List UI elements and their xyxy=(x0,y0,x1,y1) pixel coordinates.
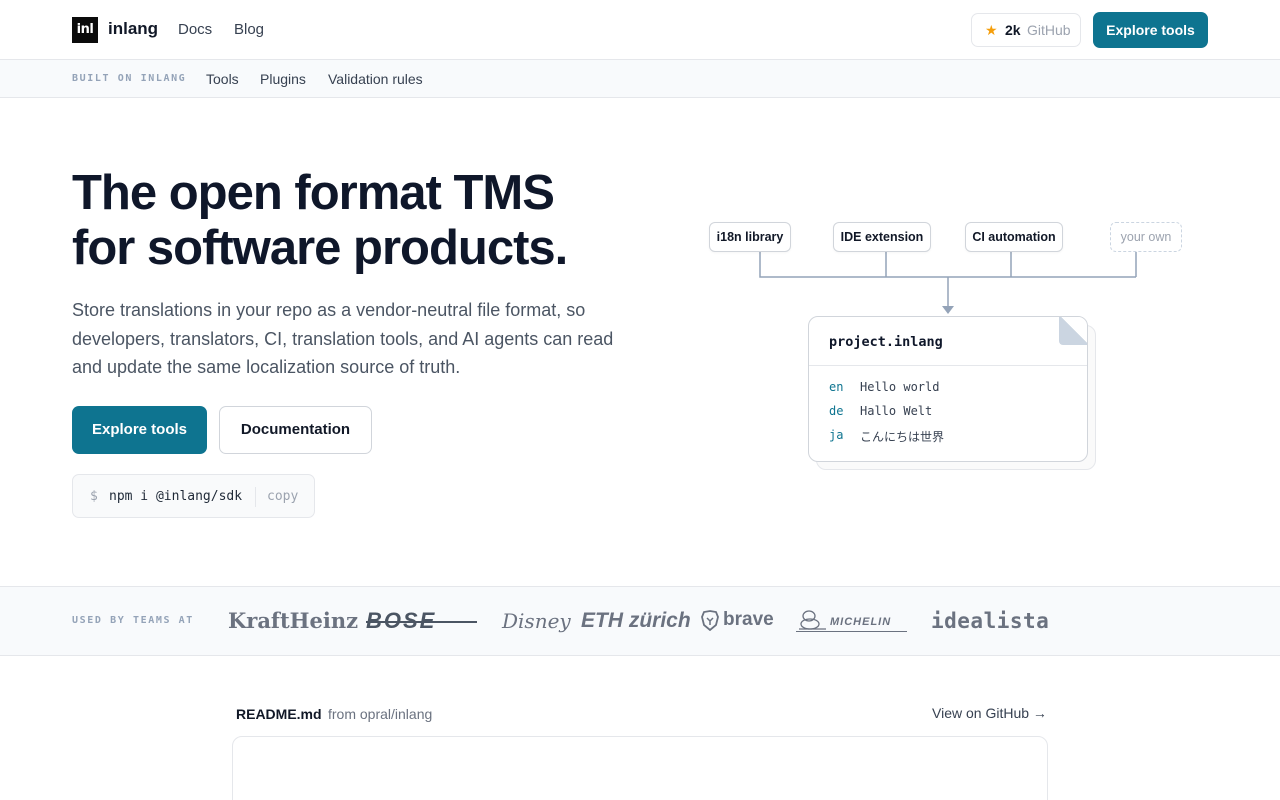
customer-logos-strip: USED BY TEAMS AT KraftHeinz BOSE Disney … xyxy=(0,586,1280,656)
explore-tools-header-button[interactable]: Explore tools xyxy=(1093,12,1208,48)
eth-zurich-logo: ETH zürich xyxy=(581,609,691,632)
michelin-logo: MICHELIN xyxy=(830,616,892,628)
built-on-label: BUILT ON INLANG xyxy=(72,73,187,84)
file-divider xyxy=(809,365,1087,366)
readme-filename: README.md xyxy=(236,706,322,722)
michelin-man-icon xyxy=(799,610,826,630)
file-fold-icon xyxy=(1059,317,1087,345)
source-chip-ide-extension: IDE extension xyxy=(833,222,931,252)
architecture-diagram: i18n library IDE extension CI automation… xyxy=(700,215,1200,485)
source-chip-your-own: your own xyxy=(1110,222,1182,252)
terminal-prompt: $ xyxy=(90,489,98,504)
readme-content-card xyxy=(232,736,1048,800)
source-chip-i18n-library: i18n library xyxy=(709,222,791,252)
nav-link-docs[interactable]: Docs xyxy=(178,21,212,38)
translation-text: Hello world xyxy=(860,380,940,394)
language-code: de xyxy=(829,404,844,418)
bose-logo-underline xyxy=(366,621,477,623)
translation-text: こんにちは世界 xyxy=(860,430,945,444)
top-navigation: inl inlang Docs Blog ★ 2k GitHub Explore… xyxy=(0,0,1280,60)
copy-button[interactable]: copy xyxy=(267,489,298,504)
nav-link-blog[interactable]: Blog xyxy=(234,21,264,38)
subnav-link-plugins[interactable]: Plugins xyxy=(260,71,306,87)
source-chip-ci-automation: CI automation xyxy=(965,222,1063,252)
michelin-logo-underline xyxy=(796,631,907,632)
npm-install-snippet: $ npm i @inlang/sdk copy xyxy=(72,474,315,518)
used-by-label: USED BY TEAMS AT xyxy=(72,615,194,626)
subnav-link-validation-rules[interactable]: Validation rules xyxy=(328,71,423,87)
subnav-link-tools[interactable]: Tools xyxy=(206,71,239,87)
npm-command: npm i @inlang/sdk xyxy=(109,489,243,504)
hero-title: The open format TMS for software product… xyxy=(72,166,672,276)
star-icon: ★ xyxy=(985,22,998,38)
inlang-logo-icon[interactable]: inl xyxy=(72,17,98,43)
github-label: GitHub xyxy=(1027,22,1071,38)
language-code: en xyxy=(829,380,844,394)
hero-title-line-1: The open format TMS xyxy=(72,166,555,220)
github-star-count: 2k xyxy=(1005,22,1021,38)
hero-description: Store translations in your repo as a ven… xyxy=(72,300,614,377)
kraftheinz-logo: KraftHeinz xyxy=(228,608,359,633)
idealista-logo: idealista xyxy=(931,609,1050,633)
documentation-button[interactable]: Documentation xyxy=(219,406,372,454)
project-file-card: project.inlang en Hello world de Hallo W… xyxy=(808,316,1088,462)
brave-logo: brave xyxy=(723,609,774,630)
brave-lion-icon xyxy=(701,610,719,631)
file-name: project.inlang xyxy=(829,334,943,350)
snippet-divider xyxy=(255,487,256,507)
hero-title-line-2: for software products. xyxy=(72,221,568,275)
arrow-down-icon xyxy=(942,306,954,314)
disney-logo: Disney xyxy=(502,609,571,633)
github-stars-button[interactable]: ★ 2k GitHub xyxy=(971,13,1081,47)
logo-text[interactable]: inlang xyxy=(108,19,158,39)
sub-navigation: BUILT ON INLANG Tools Plugins Validation… xyxy=(0,60,1280,98)
translation-text: Hallo Welt xyxy=(860,404,933,418)
view-on-github-link[interactable]: View on GitHub → xyxy=(932,705,1047,721)
explore-tools-button[interactable]: Explore tools xyxy=(72,406,207,454)
readme-source: from opral/inlang xyxy=(328,706,433,722)
language-code: ja xyxy=(829,428,844,442)
